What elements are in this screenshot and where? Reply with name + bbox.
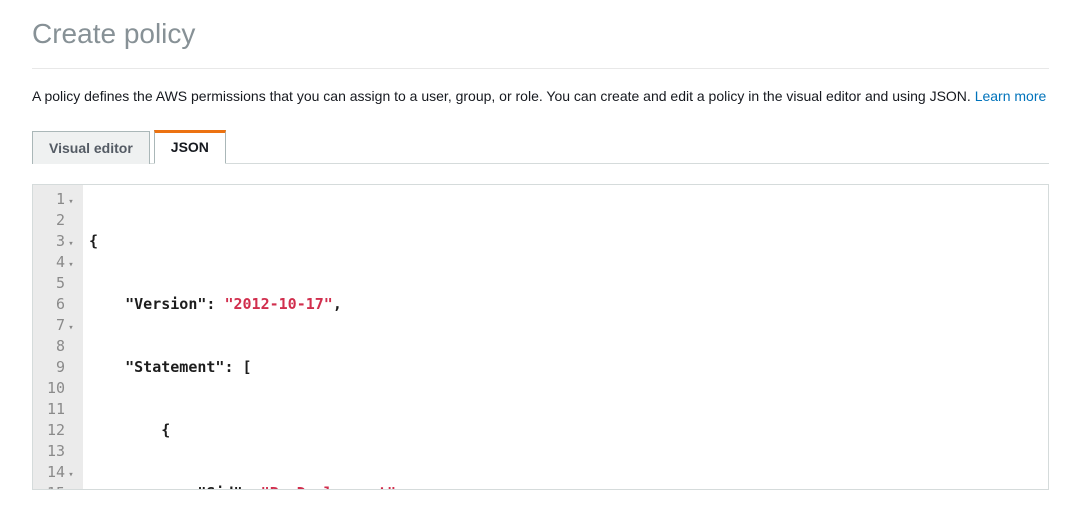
line-number: 2: [41, 210, 75, 231]
fold-toggle-icon[interactable]: ▾: [67, 234, 75, 255]
divider: [32, 68, 1049, 69]
line-number: 7▾: [41, 315, 75, 336]
fold-toggle-icon[interactable]: ▾: [67, 255, 75, 276]
tab-json[interactable]: JSON: [154, 130, 226, 164]
code-area[interactable]: { "Version": "2012-10-17", "Statement": …: [83, 185, 1048, 489]
line-number: 8: [41, 336, 75, 357]
fold-toggle-icon[interactable]: ▾: [67, 465, 75, 486]
line-number: 11: [41, 399, 75, 420]
line-number: 13: [41, 441, 75, 462]
description-text: A policy defines the AWS permissions tha…: [32, 88, 975, 104]
line-number: 9: [41, 357, 75, 378]
line-number: 12: [41, 420, 75, 441]
policy-editor-tabs: Visual editor JSON: [32, 129, 1049, 164]
line-number-gutter: 1▾23▾4▾567▾891011121314▾1516: [33, 185, 83, 489]
fold-toggle-icon[interactable]: ▾: [67, 318, 75, 339]
page-title: Create policy: [32, 18, 1049, 50]
line-number: 10: [41, 378, 75, 399]
line-number: 5: [41, 273, 75, 294]
line-number: 6: [41, 294, 75, 315]
line-number: 4▾: [41, 252, 75, 273]
line-number: 14▾: [41, 462, 75, 483]
learn-more-link[interactable]: Learn more: [975, 88, 1047, 104]
line-number: 1▾: [41, 189, 75, 210]
json-editor[interactable]: 1▾23▾4▾567▾891011121314▾1516 { "Version"…: [32, 184, 1049, 490]
line-number: 3▾: [41, 231, 75, 252]
policy-description: A policy defines the AWS permissions tha…: [32, 87, 1049, 107]
fold-toggle-icon[interactable]: ▾: [67, 192, 75, 213]
tab-visual-editor[interactable]: Visual editor: [32, 131, 150, 164]
